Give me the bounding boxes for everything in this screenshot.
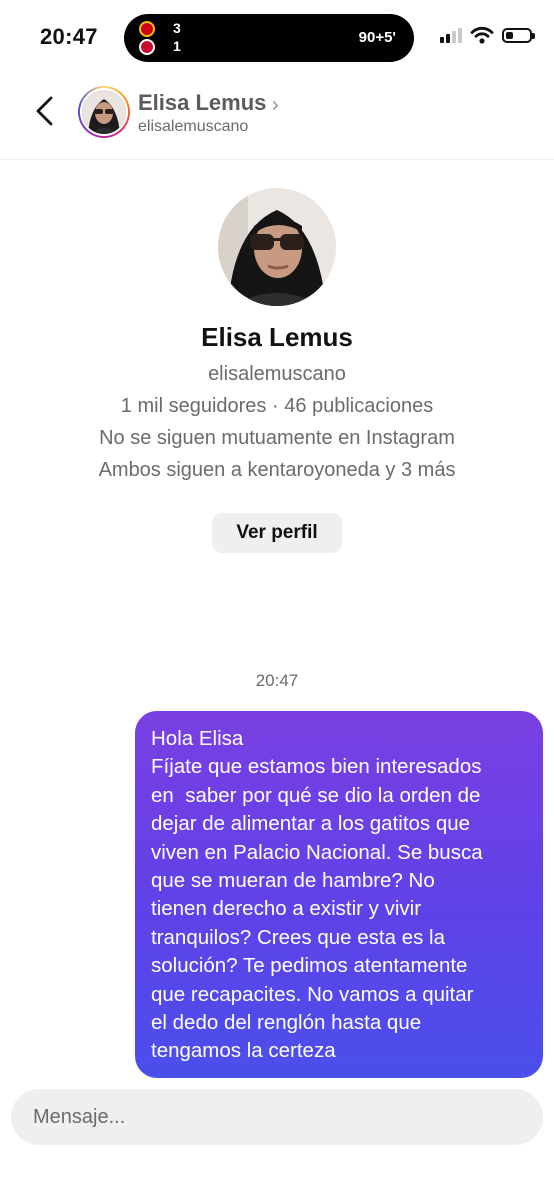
mutual-followers: Ambos siguen a kentaroyoneda y 3 más	[98, 459, 456, 481]
avatar-photo	[80, 88, 128, 136]
sent-message-bubble[interactable]: Hola Elisa Fíjate que estamos bien inter…	[135, 711, 543, 1078]
view-profile-button[interactable]: Ver perfil	[212, 513, 342, 553]
message-text: Hola Elisa Fíjate que estamos bien inter…	[151, 727, 483, 1063]
status-icons	[440, 26, 535, 44]
battery-icon	[502, 27, 535, 43]
wifi-icon	[470, 26, 494, 44]
battery-fill	[506, 31, 513, 39]
profile-username: elisalemuscano	[208, 363, 346, 385]
team-a-crest-icon	[139, 21, 155, 37]
status-bar: 20:47 3 1 90+5'	[0, 0, 554, 76]
team-b-score: 1	[173, 38, 181, 54]
status-time: 20:47	[40, 24, 98, 49]
avatar-image	[82, 90, 126, 134]
message-input[interactable]	[11, 1089, 543, 1145]
match-time: 90+5'	[358, 29, 396, 46]
team-a-score: 3	[173, 20, 181, 36]
profile-name: Elisa Lemus	[201, 322, 353, 352]
profile-stats: 1 mil seguidores · 46 publicaciones	[120, 395, 434, 417]
header-avatar[interactable]	[78, 86, 130, 138]
mutual-follow-status: No se siguen mutuamente en Instagram	[99, 427, 455, 449]
header-contact-name[interactable]: Elisa Lemus	[138, 90, 266, 116]
cellular-signal-icon	[440, 27, 462, 43]
profile-photo	[218, 188, 336, 306]
header-username: elisalemuscano	[138, 118, 249, 135]
message-composer[interactable]	[11, 1089, 543, 1145]
back-arrow-icon[interactable]	[30, 94, 60, 128]
chevron-right-icon[interactable]: ›	[272, 94, 279, 117]
dynamic-island-live-activity[interactable]: 3 1 90+5'	[124, 14, 414, 62]
message-timestamp: 20:47	[255, 671, 299, 690]
profile-avatar[interactable]	[218, 188, 336, 306]
team-b-crest-icon	[139, 39, 155, 55]
chat-header: Elisa Lemus › elisalemuscano	[0, 76, 554, 160]
